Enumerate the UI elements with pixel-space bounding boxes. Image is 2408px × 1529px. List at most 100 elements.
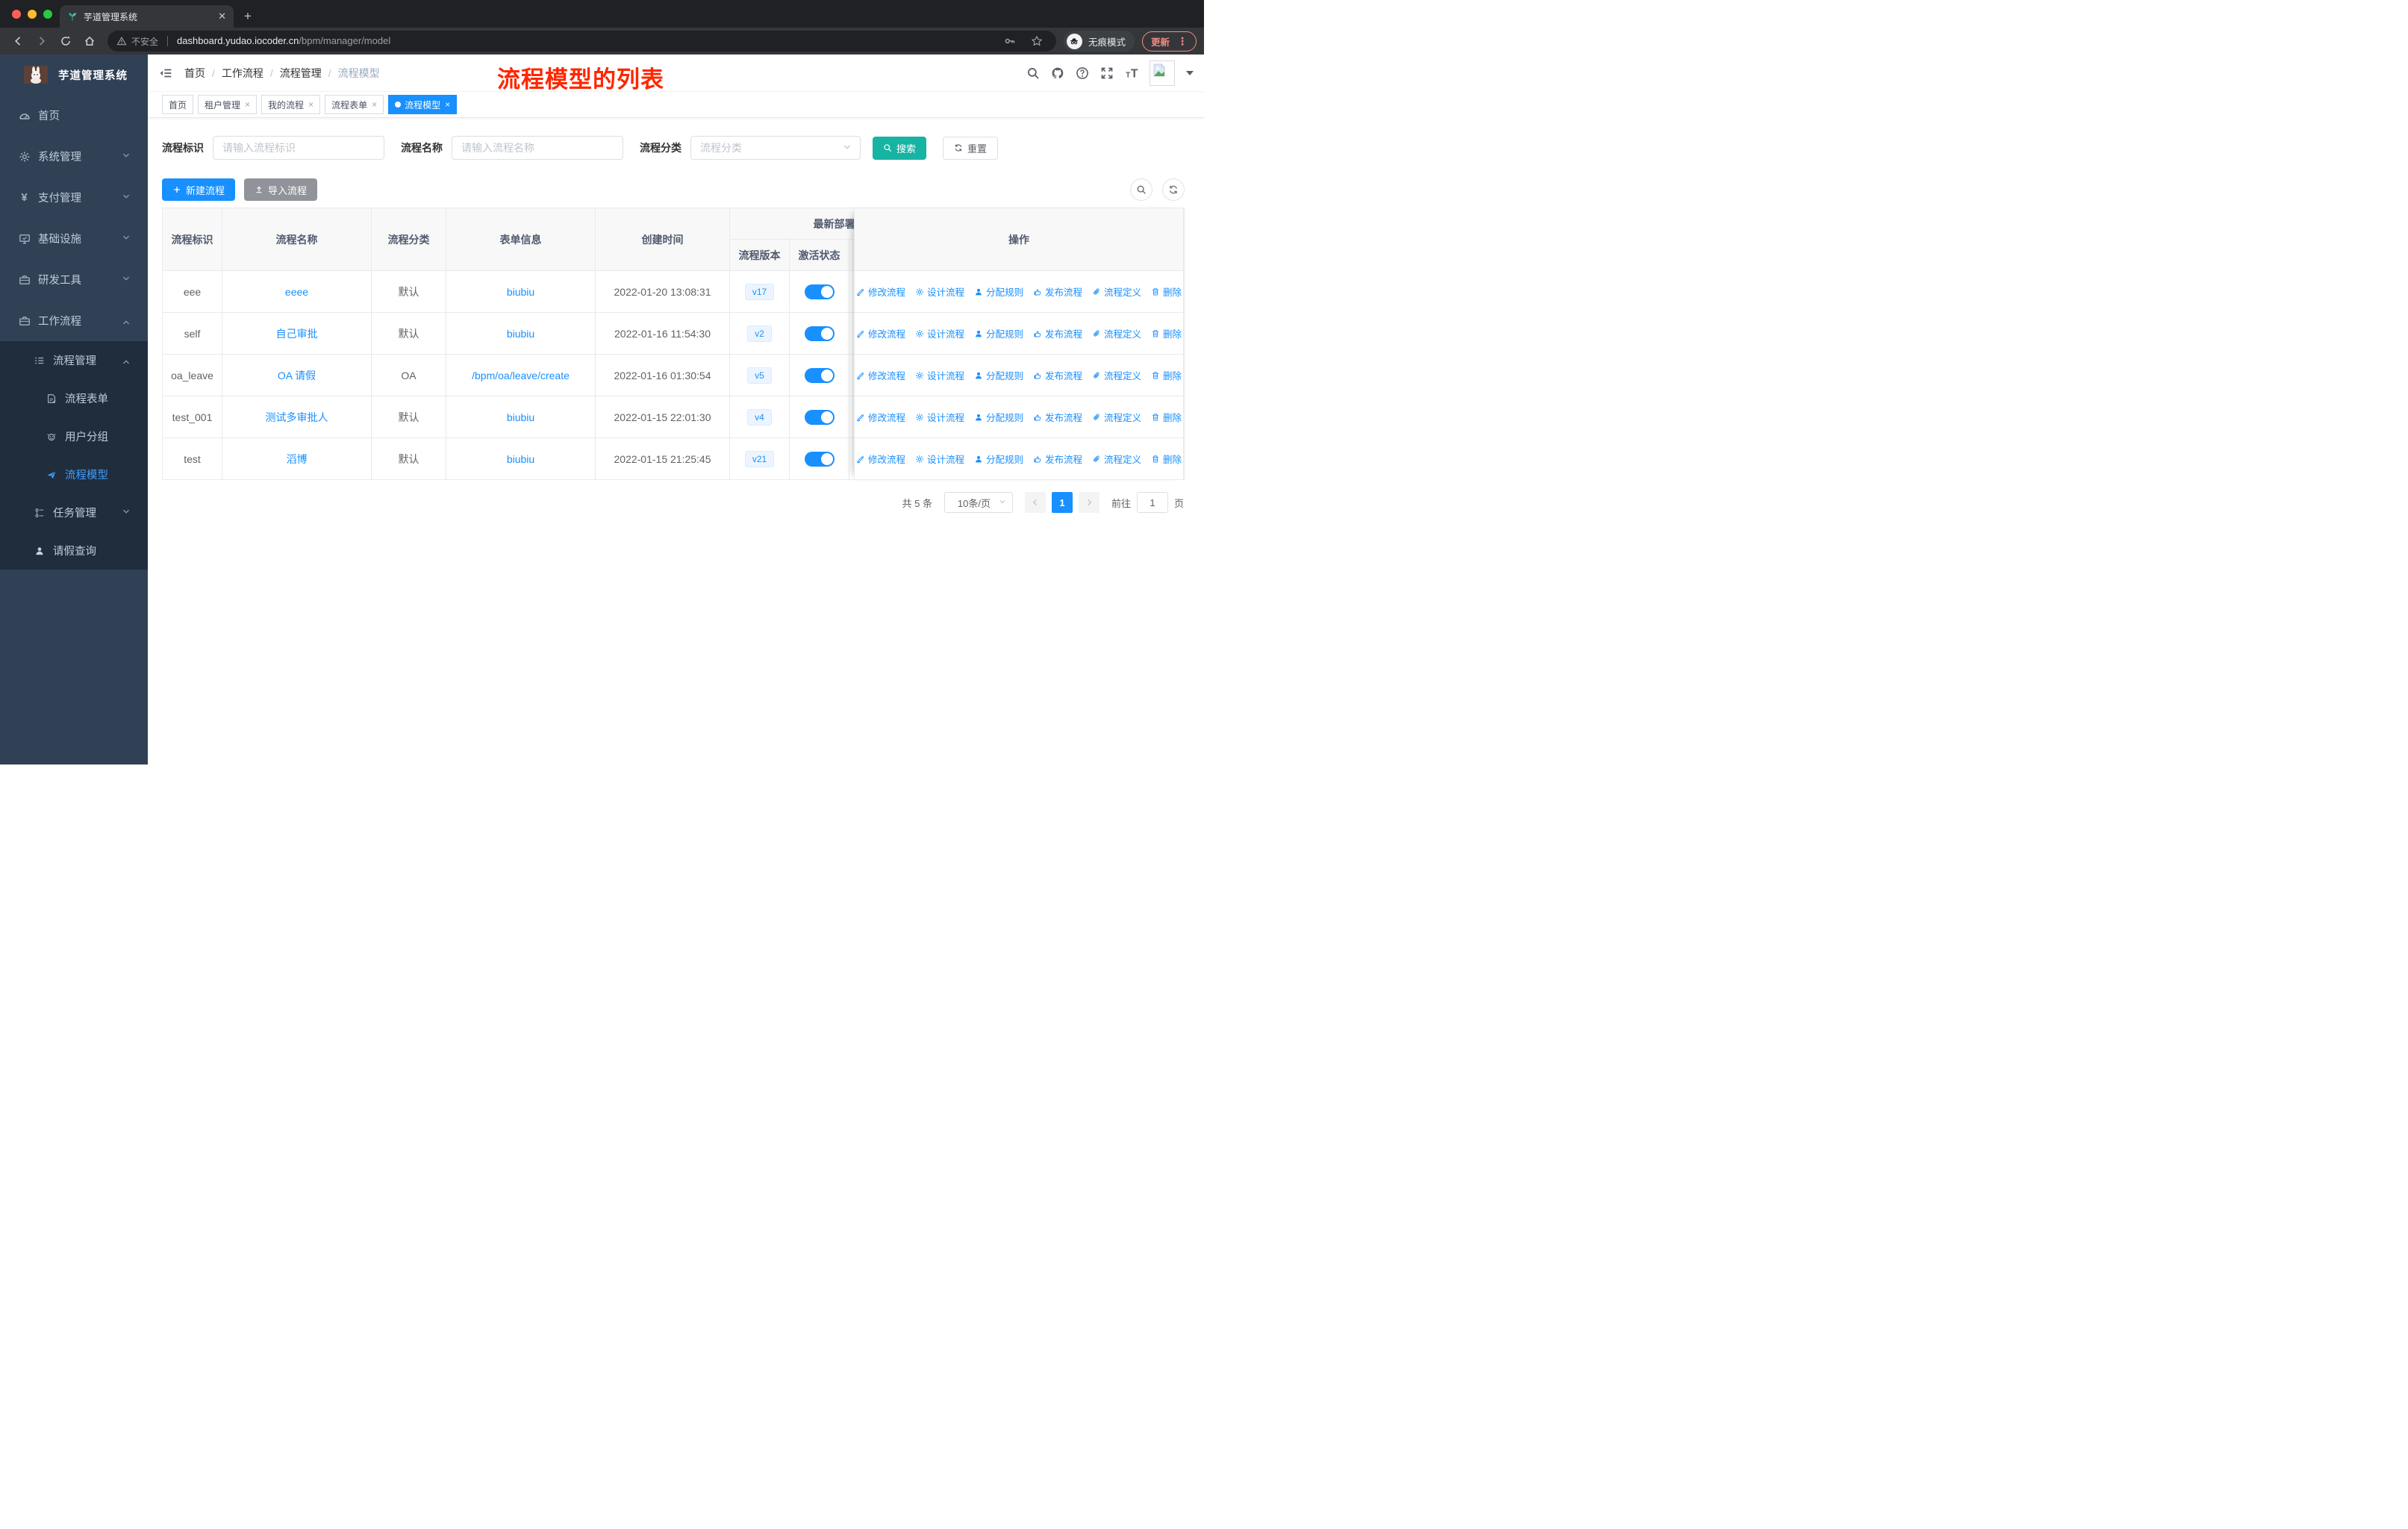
delete-link[interactable]: 删除 bbox=[1151, 452, 1182, 466]
search-button[interactable]: 搜索 bbox=[873, 136, 927, 160]
tag-tenant[interactable]: 租户管理 × bbox=[198, 95, 258, 114]
sidebar-item-user-group[interactable]: 用户分组 bbox=[0, 417, 148, 455]
assign-rule-link[interactable]: 分配规则 bbox=[974, 284, 1023, 299]
sidebar-item-infra[interactable]: 基础设施 bbox=[0, 218, 148, 259]
active-toggle[interactable] bbox=[804, 409, 835, 425]
breadcrumb-process-mgmt[interactable]: 流程管理 bbox=[280, 66, 322, 81]
design-process-link[interactable]: 设计流程 bbox=[915, 284, 964, 299]
close-icon[interactable]: × bbox=[245, 99, 250, 110]
process-name-link[interactable]: OA 请假 bbox=[278, 370, 316, 382]
process-definition-link[interactable]: 流程定义 bbox=[1092, 452, 1141, 466]
avatar-caret-icon[interactable] bbox=[1186, 71, 1194, 75]
close-icon[interactable]: × bbox=[445, 99, 450, 110]
edit-process-link[interactable]: 修改流程 bbox=[856, 410, 905, 424]
edit-process-link[interactable]: 修改流程 bbox=[856, 284, 905, 299]
current-page-button[interactable]: 1 bbox=[1051, 492, 1073, 513]
maximize-window-button[interactable] bbox=[43, 10, 52, 19]
assign-rule-link[interactable]: 分配规则 bbox=[974, 452, 1023, 466]
form-link[interactable]: biubiu bbox=[507, 411, 534, 423]
edit-process-link[interactable]: 修改流程 bbox=[856, 368, 905, 382]
tag-process-model[interactable]: 流程模型 × bbox=[388, 95, 458, 114]
version-tag[interactable]: v2 bbox=[747, 325, 772, 342]
sidebar-item-process-mgmt[interactable]: 流程管理 bbox=[0, 341, 148, 379]
sidebar-item-dev[interactable]: 研发工具 bbox=[0, 259, 148, 300]
goto-page-input[interactable] bbox=[1136, 492, 1168, 513]
import-process-button[interactable]: 导入流程 bbox=[244, 178, 318, 201]
github-icon[interactable] bbox=[1051, 66, 1064, 80]
create-process-button[interactable]: 新建流程 bbox=[162, 178, 236, 201]
active-toggle[interactable] bbox=[804, 451, 835, 467]
process-definition-link[interactable]: 流程定义 bbox=[1092, 410, 1141, 424]
version-tag[interactable]: v17 bbox=[744, 283, 775, 300]
assign-rule-link[interactable]: 分配规则 bbox=[974, 410, 1023, 424]
tag-my-process[interactable]: 我的流程 × bbox=[261, 95, 321, 114]
forward-button[interactable] bbox=[31, 31, 52, 52]
tag-home[interactable]: 首页 bbox=[162, 95, 194, 114]
delete-link[interactable]: 删除 bbox=[1151, 410, 1182, 424]
process-definition-link[interactable]: 流程定义 bbox=[1092, 284, 1141, 299]
design-process-link[interactable]: 设计流程 bbox=[915, 368, 964, 382]
next-page-button[interactable] bbox=[1078, 492, 1099, 513]
home-button[interactable] bbox=[79, 31, 100, 52]
help-icon[interactable] bbox=[1076, 66, 1089, 80]
avatar[interactable] bbox=[1150, 60, 1175, 86]
close-icon[interactable]: × bbox=[308, 99, 314, 110]
version-tag[interactable]: v21 bbox=[744, 450, 775, 467]
close-window-button[interactable] bbox=[12, 10, 21, 19]
font-size-icon[interactable] bbox=[1125, 66, 1138, 80]
delete-link[interactable]: 删除 bbox=[1151, 284, 1182, 299]
sidebar-item-home[interactable]: 首页 bbox=[0, 95, 148, 136]
publish-process-link[interactable]: 发布流程 bbox=[1033, 410, 1082, 424]
process-name-link[interactable]: 自己审批 bbox=[276, 328, 318, 340]
design-process-link[interactable]: 设计流程 bbox=[915, 410, 964, 424]
process-name-link[interactable]: 测试多审批人 bbox=[266, 411, 328, 423]
version-tag[interactable]: v5 bbox=[747, 367, 772, 384]
new-tab-button[interactable]: + bbox=[244, 7, 252, 26]
refresh-table-button[interactable] bbox=[1162, 178, 1185, 201]
breadcrumb-workflow[interactable]: 工作流程 bbox=[222, 66, 263, 81]
sidebar-item-process-model[interactable]: 流程模型 bbox=[0, 455, 148, 493]
security-status[interactable]: 不安全 bbox=[116, 35, 158, 48]
close-icon[interactable]: × bbox=[372, 99, 377, 110]
tab-close-icon[interactable]: ✕ bbox=[218, 10, 226, 22]
browser-update-button[interactable]: 更新 ⋮ bbox=[1141, 31, 1197, 52]
reload-button[interactable] bbox=[55, 31, 76, 52]
address-bar[interactable]: 不安全 dashboard.yudao.iocoder.cn/bpm/manag… bbox=[107, 31, 1056, 52]
form-link[interactable]: biubiu bbox=[507, 453, 534, 465]
active-toggle[interactable] bbox=[804, 367, 835, 383]
delete-link[interactable]: 删除 bbox=[1151, 368, 1182, 382]
process-name-link[interactable]: 滔博 bbox=[287, 453, 308, 465]
sidebar-fold-icon[interactable] bbox=[159, 66, 172, 80]
show-search-button[interactable] bbox=[1130, 178, 1152, 201]
publish-process-link[interactable]: 发布流程 bbox=[1033, 284, 1082, 299]
publish-process-link[interactable]: 发布流程 bbox=[1033, 452, 1082, 466]
breadcrumb-home[interactable]: 首页 bbox=[184, 66, 205, 81]
form-link[interactable]: biubiu bbox=[507, 286, 534, 298]
password-key-icon[interactable] bbox=[999, 31, 1020, 52]
category-select[interactable]: 流程分类 bbox=[690, 136, 861, 160]
process-name-input[interactable] bbox=[452, 136, 623, 160]
sidebar-logo[interactable]: 芋道管理系统 bbox=[0, 55, 148, 95]
bookmark-star-icon[interactable] bbox=[1026, 31, 1047, 52]
assign-rule-link[interactable]: 分配规则 bbox=[974, 326, 1023, 340]
sidebar-item-system[interactable]: 系统管理 bbox=[0, 136, 148, 177]
sidebar-item-workflow[interactable]: 工作流程 bbox=[0, 300, 148, 341]
browser-menu-icon[interactable]: ⋮ bbox=[1177, 35, 1188, 48]
fullscreen-icon[interactable] bbox=[1100, 66, 1114, 80]
browser-tab[interactable]: 芋道管理系统 ✕ bbox=[60, 5, 234, 28]
minimize-window-button[interactable] bbox=[28, 10, 37, 19]
delete-link[interactable]: 删除 bbox=[1151, 326, 1182, 340]
active-toggle[interactable] bbox=[804, 326, 835, 341]
sidebar-item-process-form[interactable]: 流程表单 bbox=[0, 379, 148, 417]
edit-process-link[interactable]: 修改流程 bbox=[856, 452, 905, 466]
sidebar-item-pay[interactable]: ¥ 支付管理 bbox=[0, 177, 148, 218]
publish-process-link[interactable]: 发布流程 bbox=[1033, 326, 1082, 340]
publish-process-link[interactable]: 发布流程 bbox=[1033, 368, 1082, 382]
active-toggle[interactable] bbox=[804, 284, 835, 299]
process-definition-link[interactable]: 流程定义 bbox=[1092, 326, 1141, 340]
back-button[interactable] bbox=[7, 31, 28, 52]
process-name-link[interactable]: eeee bbox=[285, 286, 308, 298]
form-link[interactable]: biubiu bbox=[507, 328, 534, 340]
search-icon[interactable] bbox=[1026, 66, 1040, 80]
process-definition-link[interactable]: 流程定义 bbox=[1092, 368, 1141, 382]
